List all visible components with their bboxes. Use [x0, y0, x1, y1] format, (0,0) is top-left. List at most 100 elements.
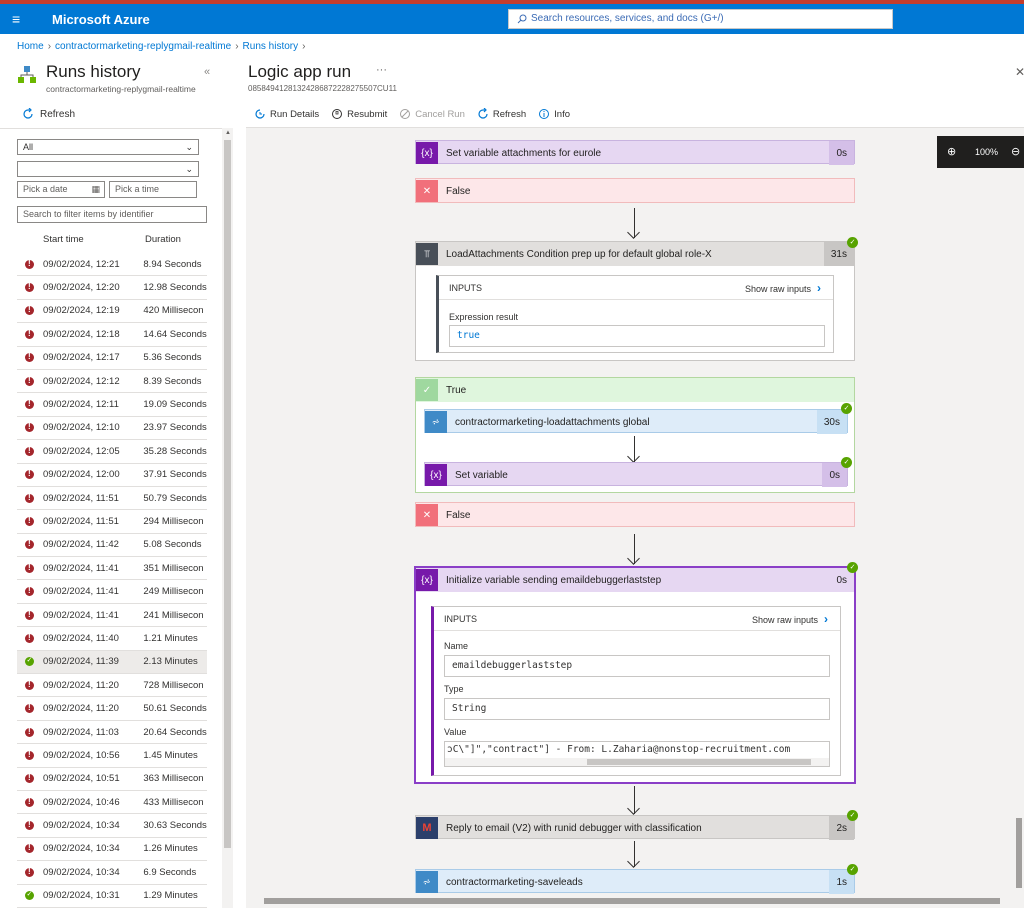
chevron-right-icon: › — [824, 612, 828, 626]
value-field[interactable]: ͻC\"]","contract"] - From: L.Zaharia@non… — [444, 741, 830, 767]
run-start-time: 09/02/2024, 12:18 — [43, 328, 120, 340]
run-duration: 8.39 Seconds — [143, 375, 202, 387]
run-start-time: 09/02/2024, 11:51 — [43, 492, 119, 504]
run-row[interactable]: 09/02/2024, 12:11 19.09 Seconds — [17, 393, 207, 417]
secondary-filter-dropdown[interactable]: ⌄ — [17, 161, 199, 177]
step-initialize-variable[interactable]: {x} Initialize variable sending emaildeb… — [414, 566, 856, 784]
run-row[interactable]: 09/02/2024, 12:20 12.98 Seconds — [17, 276, 207, 300]
branch-true[interactable]: ✓ True ⩫ contractormarketing-loadattachm… — [415, 377, 855, 493]
run-row[interactable]: 09/02/2024, 11:03 20.64 Seconds — [17, 721, 207, 745]
run-details-button[interactable]: Run Details — [254, 108, 319, 120]
canvas-vertical-scrollbar[interactable] — [1016, 818, 1022, 888]
inputs-panel: INPUTS Show raw inputs › Name emaildebugg… — [431, 606, 841, 776]
run-row[interactable]: 09/02/2024, 10:31 1.29 Minutes — [17, 885, 207, 908]
hamburger-menu-icon[interactable]: ≡ — [12, 11, 20, 27]
failed-status-icon — [25, 610, 34, 620]
step-load-attachments-condition[interactable]: ⫪ LoadAttachments Condition prep up for … — [415, 241, 855, 361]
left-refresh-button[interactable]: Refresh — [22, 108, 75, 120]
cancel-run-button[interactable]: Cancel Run — [399, 108, 465, 120]
run-row[interactable]: 09/02/2024, 10:46 433 Millisecon — [17, 791, 207, 815]
date-picker-input[interactable]: Pick a date ▦ — [17, 181, 105, 198]
info-icon — [539, 109, 550, 119]
run-duration: 433 Millisecon — [143, 796, 204, 808]
start-time-column-header[interactable]: Start time — [43, 234, 84, 245]
resubmit-button[interactable]: Resubmit — [331, 108, 387, 120]
run-row[interactable]: 09/02/2024, 11:20 50.61 Seconds — [17, 697, 207, 721]
brand-label[interactable]: Microsoft Azure — [52, 12, 150, 27]
run-duration: 294 Millisecon — [143, 515, 204, 527]
collapse-panel-icon[interactable]: « — [204, 66, 210, 78]
run-row[interactable]: 09/02/2024, 12:19 420 Millisecon — [17, 300, 207, 324]
run-row[interactable]: 09/02/2024, 12:18 14.64 Seconds — [17, 323, 207, 347]
breadcrumb-runs-history[interactable]: Runs history — [243, 41, 299, 52]
scrollbar-thumb[interactable] — [587, 759, 811, 765]
run-row[interactable]: 09/02/2024, 11:40 1.21 Minutes — [17, 627, 207, 651]
run-start-time: 09/02/2024, 11:41 — [43, 586, 119, 598]
canvas-horizontal-scrollbar[interactable] — [254, 896, 1014, 906]
chevron-right-icon: › — [817, 281, 821, 295]
run-row[interactable]: 09/02/2024, 12:05 35.28 Seconds — [17, 440, 207, 464]
step-set-variable-eurole[interactable]: {x} Set variable attachments for eurole … — [415, 140, 855, 165]
step-loadattachments-global[interactable]: ⩫ contractormarketing-loadattachments gl… — [424, 409, 848, 434]
step-set-variable[interactable]: {x} Set variable 0s — [424, 462, 848, 487]
run-row[interactable]: 09/02/2024, 11:41 351 Millisecon — [17, 557, 207, 581]
identifier-placeholder: Search to filter items by identifier — [23, 209, 154, 219]
run-details-icon — [255, 109, 265, 119]
run-row[interactable]: 09/02/2024, 11:20 728 Millisecon — [17, 674, 207, 698]
expression-result-value: true — [449, 325, 825, 347]
identifier-filter-input[interactable]: Search to filter items by identifier — [17, 206, 207, 223]
run-row[interactable]: 09/02/2024, 11:51 294 Millisecon — [17, 510, 207, 534]
status-filter-value: All — [23, 142, 34, 152]
run-row[interactable]: 09/02/2024, 12:21 8.94 Seconds — [17, 253, 207, 277]
breadcrumb-logic-app[interactable]: contractormarketing-replygmail-realtime — [55, 41, 231, 52]
breadcrumb-home[interactable]: Home — [17, 41, 44, 52]
value-horizontal-scrollbar[interactable] — [445, 758, 829, 766]
run-row[interactable]: 09/02/2024, 10:34 6.9 Seconds — [17, 861, 207, 885]
run-row[interactable]: 09/02/2024, 12:17 5.36 Seconds — [17, 347, 207, 370]
run-row[interactable]: 09/02/2024, 12:12 8.39 Seconds — [17, 370, 207, 394]
step-saveleads[interactable]: ⩫ contractormarketing-saveleads 1s — [415, 869, 855, 894]
run-row[interactable]: 09/02/2024, 11:41 241 Millisecon — [17, 604, 207, 628]
step-header: {x} Initialize variable sending emaildeb… — [416, 568, 854, 592]
time-picker-input[interactable]: Pick a time — [109, 181, 197, 198]
run-duration: 363 Millisecon — [143, 773, 204, 785]
main-refresh-button[interactable]: Refresh — [477, 108, 526, 120]
run-duration: 5.36 Seconds — [143, 352, 202, 364]
duration-column-header[interactable]: Duration — [145, 234, 181, 245]
show-raw-inputs-label: Show raw inputs — [751, 615, 818, 625]
global-search-input[interactable]: Search resources, services, and docs (G+… — [508, 9, 893, 29]
run-row[interactable]: 09/02/2024, 12:00 37.91 Seconds — [17, 464, 207, 487]
run-row[interactable]: 09/02/2024, 10:34 1.26 Minutes — [17, 838, 207, 862]
step-reply-to-email[interactable]: M Reply to email (V2) with runid debugge… — [415, 815, 855, 840]
zoom-out-icon[interactable]: ⊖ — [1011, 145, 1020, 158]
run-start-time: 09/02/2024, 10:56 — [43, 749, 120, 761]
scroll-up-icon[interactable]: ▲ — [225, 130, 231, 136]
status-filter-dropdown[interactable]: All ⌄ — [17, 139, 199, 155]
zoom-in-icon[interactable]: ⊕ — [947, 145, 956, 158]
step-duration: 30s — [816, 410, 847, 434]
runs-history-icon — [18, 66, 36, 83]
close-icon[interactable]: ✕ — [1015, 65, 1024, 79]
designer-canvas[interactable]: ⊕ 100% ⊖ {x} Set variable attachments fo… — [246, 128, 1024, 908]
run-row[interactable]: 09/02/2024, 10:34 30.63 Seconds — [17, 814, 207, 838]
runs-list-scrollbar[interactable]: ▲ — [222, 128, 233, 908]
run-row[interactable]: 09/02/2024, 11:41 249 Millisecon — [17, 580, 207, 604]
run-row[interactable]: 09/02/2024, 11:42 5.08 Seconds — [17, 534, 207, 558]
run-row[interactable]: 09/02/2024, 12:10 23.97 Seconds — [17, 417, 207, 441]
failed-status-icon — [25, 376, 34, 386]
zoom-level: 100% — [975, 147, 999, 157]
run-row[interactable]: 09/02/2024, 10:56 1.45 Minutes — [17, 744, 207, 768]
scrollbar-thumb[interactable] — [224, 140, 231, 848]
show-raw-inputs-link[interactable]: Show raw inputs › — [745, 276, 821, 301]
false-x-icon: ✕ — [416, 504, 438, 526]
run-row[interactable]: 09/02/2024, 10:51 363 Millisecon — [17, 768, 207, 791]
scrollbar-thumb[interactable] — [264, 898, 1000, 904]
run-row[interactable]: 09/02/2024, 11:39 2.13 Minutes — [17, 650, 207, 675]
branch-false[interactable]: ✕ False — [415, 502, 855, 527]
branch-false[interactable]: ✕ False — [415, 178, 855, 203]
info-button[interactable]: Info — [538, 108, 570, 120]
show-raw-inputs-link[interactable]: Show raw inputs › — [752, 607, 828, 632]
info-label: Info — [554, 108, 570, 120]
run-row[interactable]: 09/02/2024, 11:51 50.79 Seconds — [17, 487, 207, 511]
more-options-icon[interactable]: ··· — [376, 64, 387, 76]
